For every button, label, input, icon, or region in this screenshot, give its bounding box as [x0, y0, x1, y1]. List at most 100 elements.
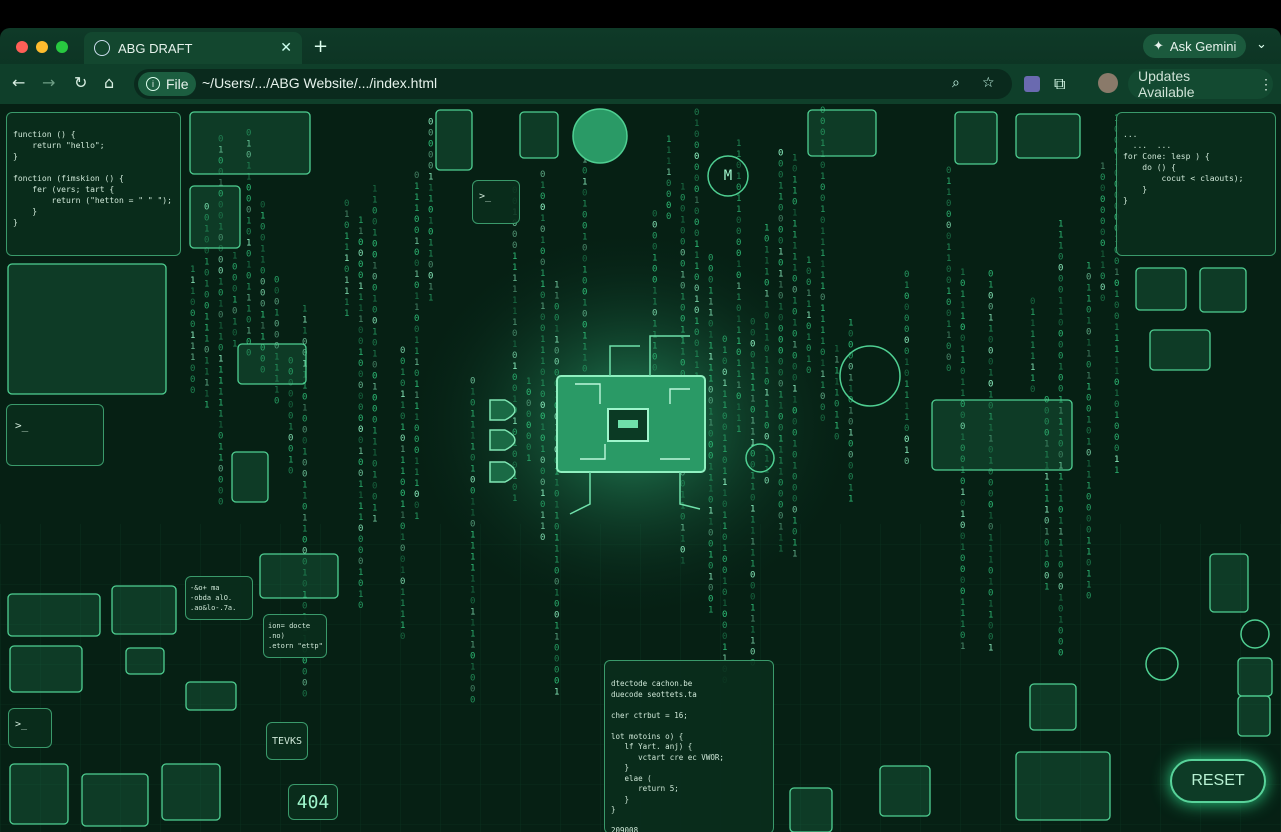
- svg-text:0: 0: [694, 328, 699, 338]
- svg-text:0: 0: [428, 205, 433, 215]
- svg-text:1: 1: [848, 494, 853, 504]
- svg-text:1: 1: [372, 295, 377, 305]
- svg-text:1: 1: [708, 408, 713, 418]
- svg-text:1: 1: [1100, 250, 1105, 260]
- terminal-prompt-small: >_: [15, 719, 28, 730]
- file-chip[interactable]: i File: [138, 72, 196, 96]
- svg-text:0: 0: [708, 397, 713, 407]
- svg-text:1: 1: [358, 502, 363, 512]
- svg-text:1: 1: [554, 555, 559, 565]
- bookmark-star-icon[interactable]: ☆: [982, 75, 995, 91]
- svg-text:1: 1: [400, 621, 405, 631]
- svg-text:0: 0: [302, 458, 307, 468]
- svg-text:0: 0: [358, 260, 363, 270]
- svg-text:0: 0: [666, 212, 671, 222]
- svg-text:0: 0: [680, 248, 685, 258]
- svg-text:0: 0: [1100, 184, 1105, 194]
- svg-text:0: 0: [778, 170, 783, 180]
- svg-text:0: 0: [848, 417, 853, 427]
- reset-button[interactable]: RESET: [1170, 759, 1266, 803]
- svg-text:1: 1: [722, 434, 727, 444]
- tab-abg-draft[interactable]: ABG DRAFT ✕: [84, 32, 302, 64]
- svg-text:1: 1: [554, 291, 559, 301]
- url-text[interactable]: ~/Users/.../ABG Website/.../index.html: [202, 75, 437, 91]
- svg-text:0: 0: [1114, 444, 1119, 454]
- svg-text:1: 1: [960, 620, 965, 630]
- svg-text:0: 0: [652, 242, 657, 252]
- svg-text:0: 0: [540, 324, 545, 334]
- svg-text:1: 1: [582, 332, 587, 342]
- extensions-puzzle-icon[interactable]: ⧉: [1054, 74, 1065, 94]
- svg-text:0: 0: [792, 406, 797, 416]
- svg-text:0: 0: [904, 347, 909, 357]
- home-icon[interactable]: ⌂: [104, 73, 114, 92]
- close-window-button[interactable]: [16, 41, 28, 53]
- zoom-icon[interactable]: ⌕: [952, 75, 960, 91]
- minimize-window-button[interactable]: [36, 41, 48, 53]
- svg-text:1: 1: [400, 456, 405, 466]
- svg-text:1: 1: [792, 439, 797, 449]
- svg-text:1: 1: [1044, 528, 1049, 538]
- chevron-down-icon[interactable]: ⌄: [1256, 37, 1267, 52]
- svg-text:1: 1: [988, 368, 993, 378]
- navigation-bar: ← → ↻ ⌂ i File ~/Users/.../ABG Website/.…: [0, 64, 1281, 104]
- svg-text:1: 1: [820, 271, 825, 281]
- address-bar[interactable]: i File ~/Users/.../ABG Website/.../index…: [134, 69, 1012, 99]
- svg-text:1: 1: [414, 193, 419, 203]
- svg-text:0: 0: [834, 400, 839, 410]
- svg-text:0: 0: [736, 216, 741, 226]
- forward-arrow-icon[interactable]: →: [42, 73, 55, 92]
- svg-text:0: 0: [582, 189, 587, 199]
- avatar[interactable]: [1098, 73, 1118, 93]
- svg-text:1: 1: [988, 577, 993, 587]
- svg-text:1: 1: [750, 483, 755, 493]
- svg-text:1: 1: [680, 270, 685, 280]
- svg-text:1: 1: [372, 383, 377, 393]
- svg-text:0: 0: [750, 593, 755, 603]
- svg-text:1: 1: [960, 488, 965, 498]
- svg-text:1: 1: [554, 280, 559, 290]
- svg-text:0: 0: [1058, 275, 1063, 285]
- svg-text:0: 0: [540, 291, 545, 301]
- svg-text:0: 0: [1100, 173, 1105, 183]
- svg-text:0: 0: [470, 674, 475, 684]
- svg-text:0: 0: [1086, 558, 1091, 568]
- terminal-window: >_: [6, 404, 104, 466]
- svg-text:1: 1: [722, 478, 727, 488]
- extension-icon[interactable]: [1024, 76, 1040, 92]
- svg-text:0: 0: [260, 222, 265, 232]
- reload-icon[interactable]: ↻: [74, 73, 87, 92]
- tech-icon-outline: [1199, 267, 1247, 313]
- new-tab-button[interactable]: +: [313, 36, 328, 57]
- svg-text:0: 0: [946, 364, 951, 374]
- svg-text:1: 1: [708, 309, 713, 319]
- svg-text:1: 1: [806, 300, 811, 310]
- svg-text:1: 1: [946, 254, 951, 264]
- svg-text:1: 1: [470, 663, 475, 673]
- svg-text:0: 0: [1086, 503, 1091, 513]
- ask-gemini-button[interactable]: ✦ Ask Gemini: [1143, 34, 1247, 58]
- close-tab-icon[interactable]: ✕: [280, 40, 292, 56]
- maximize-window-button[interactable]: [56, 41, 68, 53]
- svg-text:0: 0: [792, 483, 797, 493]
- svg-text:0: 0: [554, 643, 559, 653]
- svg-text:1: 1: [848, 428, 853, 438]
- tab-title: ABG DRAFT: [118, 40, 193, 56]
- svg-text:0: 0: [666, 179, 671, 189]
- updates-available-button[interactable]: Updates Available ⋮: [1128, 68, 1273, 100]
- svg-text:1: 1: [1100, 162, 1105, 172]
- svg-text:0: 0: [1100, 239, 1105, 249]
- svg-text:1: 1: [372, 196, 377, 206]
- svg-text:0: 0: [358, 381, 363, 391]
- svg-text:0: 0: [694, 163, 699, 173]
- svg-text:1: 1: [400, 390, 405, 400]
- svg-text:1: 1: [1058, 539, 1063, 549]
- svg-text:1: 1: [204, 335, 209, 345]
- svg-text:1: 1: [1086, 349, 1091, 359]
- svg-text:1: 1: [792, 241, 797, 251]
- svg-text:1: 1: [372, 229, 377, 239]
- more-menu-icon[interactable]: ⋮: [1259, 76, 1273, 93]
- back-arrow-icon[interactable]: ←: [12, 73, 25, 92]
- svg-text:0: 0: [694, 108, 699, 118]
- svg-text:1: 1: [470, 586, 475, 596]
